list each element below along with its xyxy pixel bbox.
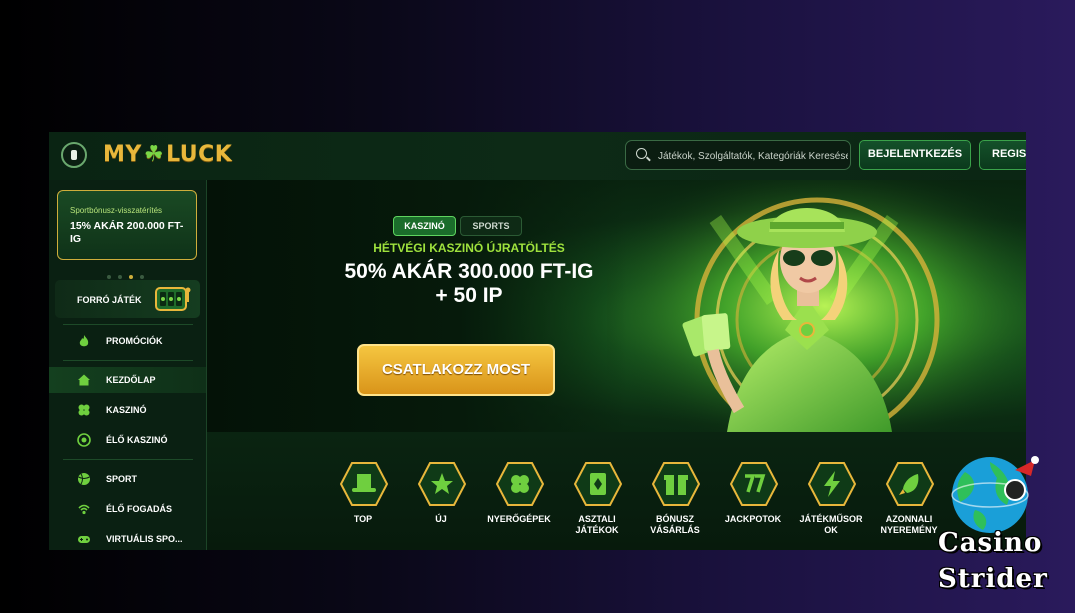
hero-title: 50% AKÁR 300.000 FT-IG + 50 IP	[297, 260, 641, 308]
category-label: TOP	[353, 514, 373, 524]
login-button[interactable]: BEJELENTKEZÉS	[859, 140, 971, 170]
logo-text-right: LUCK	[166, 142, 233, 167]
hero-subtitle: HÉTVÉGI KASZINÓ ÚJRATÖLTÉS	[373, 241, 565, 255]
carousel-dots	[107, 266, 151, 279]
carousel-dot[interactable]	[118, 275, 122, 279]
hat-icon	[340, 462, 388, 506]
sidebar-item-label: ÉLŐ KASZINÓ	[106, 435, 168, 445]
sidebar-item-label: ÉLŐ FOGADÁS	[106, 504, 173, 514]
category-label: BÓNUSZ VÁSÁRLÁS	[650, 514, 700, 535]
flame-icon	[79, 335, 89, 347]
slot-machine-icon	[155, 287, 191, 311]
clover-icon	[78, 404, 90, 416]
sidebar-item-label: KASZINÓ	[106, 405, 147, 415]
sidebar-divider	[63, 324, 193, 325]
live-signal-icon	[78, 504, 90, 515]
category-label: ASZTALI JÁTÉKOK	[575, 514, 619, 535]
watermark-line2: Strider	[938, 564, 1048, 594]
clover-icon: ☘	[143, 142, 165, 167]
watermark-line1: Casino	[938, 528, 1043, 558]
home-icon	[78, 374, 90, 386]
lightning-icon	[808, 462, 856, 506]
rocket-icon	[886, 462, 934, 506]
category-label: JACKPOTOK	[724, 514, 782, 524]
toggle-menu-icon[interactable]	[61, 142, 87, 168]
sidebar-item-live-casino[interactable]: ÉLŐ KASZINÓ	[49, 427, 206, 453]
sidebar-item-label: SPORT	[106, 474, 138, 484]
category-label: NYERŐGÉPEK	[487, 514, 551, 524]
category-label: ÚJ	[435, 514, 447, 524]
category-top[interactable]: TOP	[326, 460, 400, 542]
tab-sports[interactable]: SPORTS	[460, 216, 522, 236]
sport-bonus-promo-card[interactable]: Sportbónusz-visszatérítés 15% AKÁR 200.0…	[57, 190, 197, 260]
hero-banner[interactable]: KASZINÓ SPORTS HÉTVÉGI KASZINÓ ÚJRATÖLTÉ…	[207, 180, 1026, 432]
gamepad-icon	[78, 536, 90, 543]
hot-game-banner[interactable]: FORRÓ JÁTÉK	[55, 280, 200, 318]
casino-lady-illustration	[607, 180, 1026, 432]
star-icon	[418, 462, 466, 506]
logo-text-left: MY	[103, 142, 142, 167]
cards-icon	[574, 462, 622, 506]
category-jackpots[interactable]: JACKPOTOK	[716, 460, 790, 542]
ball-icon	[78, 473, 90, 485]
category-table-games[interactable]: ASZTALI JÁTÉKOK	[560, 460, 634, 542]
promo-card-subtitle: Sportbónusz-visszatérítés	[70, 206, 163, 215]
category-bonus-buy[interactable]: BÓNUSZ VÁSÁRLÁS	[638, 460, 712, 542]
hero-title-line1: 50% AKÁR 300.000 FT-IG	[344, 260, 594, 283]
sidebar-divider	[63, 459, 193, 460]
join-now-button[interactable]: CSATLAKOZZ MOST	[357, 344, 555, 396]
category-slots[interactable]: NYERŐGÉPEK	[482, 460, 556, 542]
top-navigation-bar: MY☘LUCK BEJELENTKEZÉS REGISZ	[49, 132, 1026, 181]
search-box[interactable]	[625, 140, 851, 171]
category-label: JÁTÉKMŰSOR OK	[799, 514, 863, 535]
carousel-dot[interactable]	[140, 275, 144, 279]
sidebar-item-home[interactable]: KEZDŐLAP	[49, 367, 206, 393]
sidebar-item-label: KEZDŐLAP	[106, 375, 156, 385]
sidebar-item-label: PROMÓCIÓK	[106, 336, 163, 346]
promo-card-title: 15% AKÁR 200.000 FT-IG	[70, 220, 184, 245]
category-new[interactable]: ÚJ	[404, 460, 478, 542]
site-logo[interactable]: MY☘LUCK	[103, 142, 232, 167]
gift-icon	[652, 462, 700, 506]
clover-icon	[496, 462, 544, 506]
carousel-dot-active[interactable]	[129, 275, 133, 279]
sidebar-item-virtual-sports[interactable]: VIRTUÁLIS SPO...	[49, 526, 206, 550]
sidebar-item-sport[interactable]: SPORT	[49, 466, 206, 492]
search-icon	[636, 148, 647, 159]
sidebar: Sportbónusz-visszatérítés 15% AKÁR 200.0…	[49, 180, 207, 550]
jackpot-777-icon	[730, 462, 778, 506]
sidebar-item-live-betting[interactable]: ÉLŐ FOGADÁS	[49, 496, 206, 522]
sidebar-item-label: VIRTUÁLIS SPO...	[106, 534, 183, 544]
register-button[interactable]: REGISZ	[979, 140, 1026, 170]
roulette-icon	[77, 433, 91, 447]
search-input[interactable]	[656, 141, 850, 171]
tab-casino[interactable]: KASZINÓ	[393, 216, 456, 236]
sidebar-item-casino[interactable]: KASZINÓ	[49, 397, 206, 423]
category-game-shows[interactable]: JÁTÉKMŰSOR OK	[794, 460, 868, 542]
sidebar-item-promotions[interactable]: PROMÓCIÓK	[49, 328, 206, 354]
carousel-dot[interactable]	[107, 275, 111, 279]
hero-title-line2: + 50 IP	[435, 284, 503, 307]
game-category-bar: TOP ÚJ NYERŐGÉPEK ASZTALI JÁTÉKOK BÓNUSZ…	[207, 432, 1026, 550]
sidebar-divider	[63, 360, 193, 361]
casino-site-frame: MY☘LUCK BEJELENTKEZÉS REGISZ Sportbónusz…	[49, 132, 1026, 550]
hot-game-label: FORRÓ JÁTÉK	[77, 295, 142, 305]
